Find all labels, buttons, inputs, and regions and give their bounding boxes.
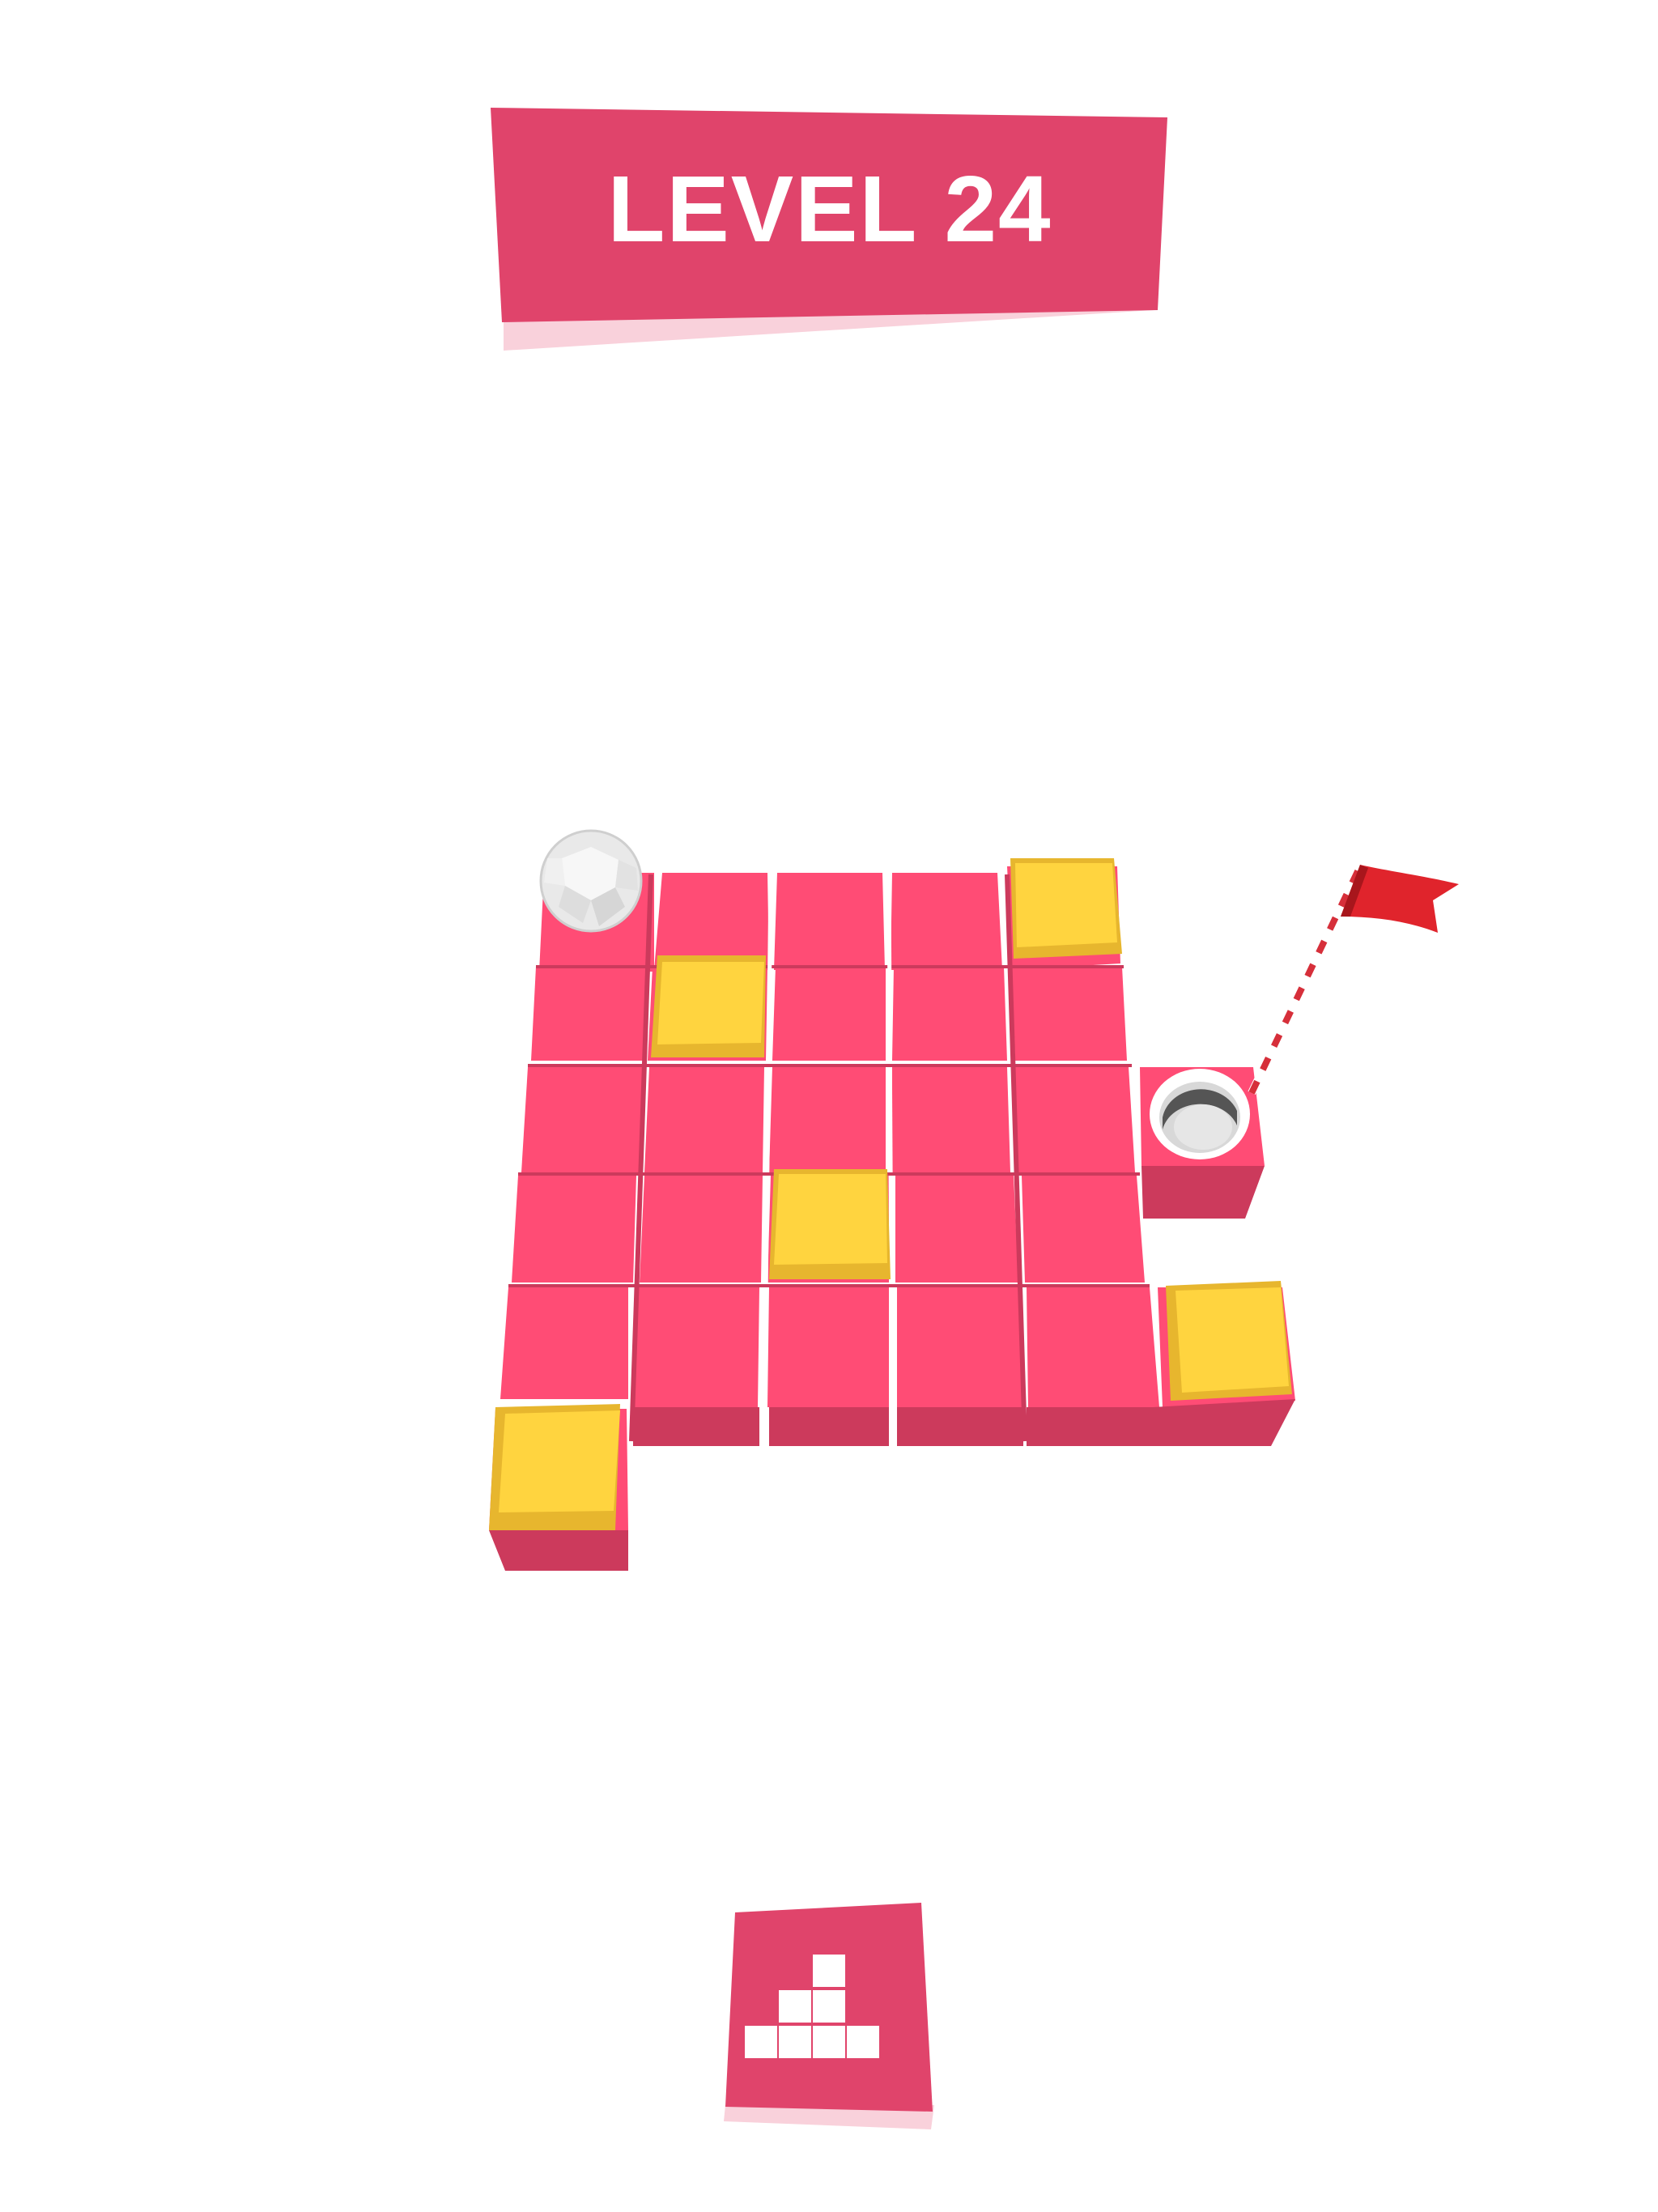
game-board[interactable] xyxy=(0,0,1658,2212)
tile-r4c3 xyxy=(897,1287,1023,1407)
tile-r1c3 xyxy=(892,967,1007,1061)
yellow-block-r5c0 xyxy=(489,1404,620,1530)
tile-r4c1 xyxy=(633,1287,759,1407)
tile-r2c1 xyxy=(644,1067,764,1172)
tile-r2c4 xyxy=(1015,1067,1135,1172)
yellow-block-r0c4 xyxy=(1010,858,1122,959)
tile-r2c0 xyxy=(521,1067,643,1172)
golf-hole-icon xyxy=(1150,1069,1250,1159)
tile-r4c2 xyxy=(767,1287,889,1407)
tile-r0c2 xyxy=(774,873,885,970)
tile-r3c3 xyxy=(895,1176,1018,1283)
tile-r2c2 xyxy=(769,1067,886,1172)
tile-r2c3 xyxy=(892,1067,1010,1172)
tile-r1c0 xyxy=(531,967,646,1061)
tile-r3c0 xyxy=(512,1176,636,1283)
tile-r0c3 xyxy=(891,873,1002,970)
tile-r1c4 xyxy=(1012,967,1127,1061)
golf-flag-icon xyxy=(1248,864,1459,1095)
tile-r3c1 xyxy=(640,1176,763,1283)
golf-ball[interactable] xyxy=(539,829,643,933)
tile-r4c4 xyxy=(1027,1287,1159,1407)
tile-r1c2 xyxy=(772,967,886,1061)
level-select-button[interactable] xyxy=(724,1903,934,2138)
tile-r3c4 xyxy=(1022,1176,1145,1283)
yellow-block-r1c1 xyxy=(651,955,766,1057)
yellow-block-r3c2 xyxy=(769,1169,891,1279)
yellow-block-r4c5 xyxy=(1166,1281,1292,1401)
tile-r4c0 xyxy=(500,1287,628,1399)
